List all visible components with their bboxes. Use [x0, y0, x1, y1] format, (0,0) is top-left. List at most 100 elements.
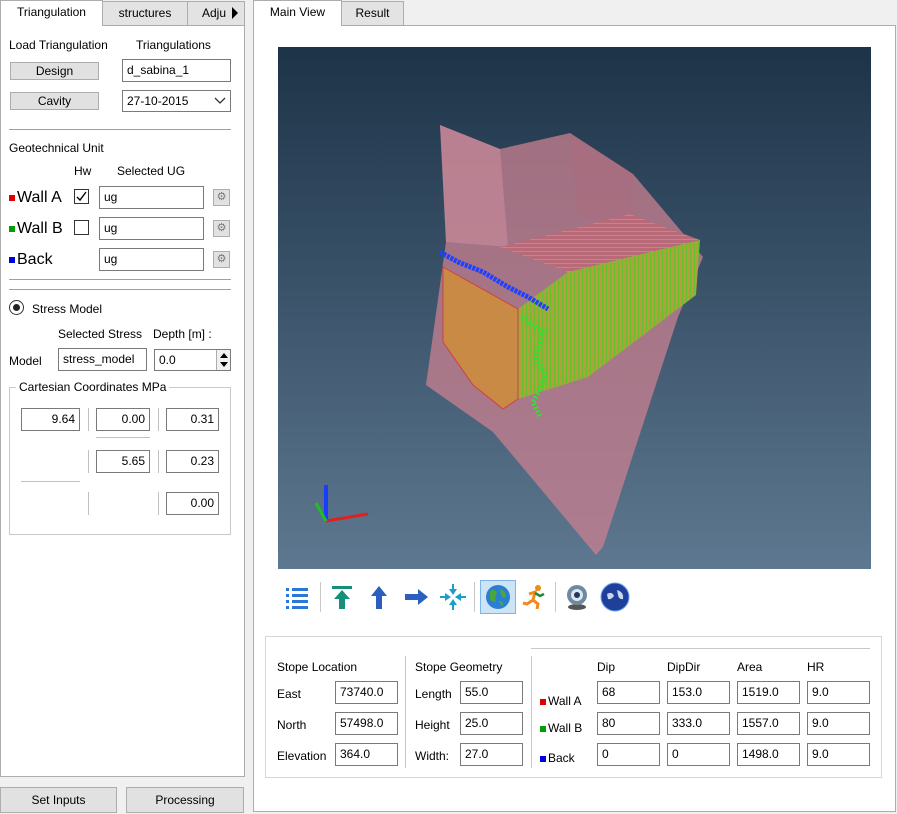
arrow-right-icon[interactable]	[400, 581, 432, 613]
spin-up-icon[interactable]	[220, 352, 228, 358]
stress-s22[interactable]: 5.65	[96, 450, 150, 473]
matrix-empty-line	[96, 437, 150, 438]
compress-icon[interactable]	[437, 581, 469, 613]
info-top-line	[531, 648, 870, 649]
north-field[interactable]: 57498.0	[335, 712, 398, 735]
gear-icon: ⚙	[216, 253, 227, 265]
3d-viewport[interactable]	[278, 47, 871, 569]
toolbar-separator	[320, 582, 321, 612]
height-field[interactable]: 25.0	[460, 712, 523, 735]
back-area-field[interactable]: 1498.0	[737, 743, 800, 766]
east-field[interactable]: 73740.0	[335, 681, 398, 704]
cavity-date-value: 27-10-2015	[127, 94, 189, 108]
info-separator	[531, 656, 532, 768]
design-field[interactable]: d_sabina_1	[122, 59, 231, 82]
globe-icon[interactable]	[480, 580, 516, 614]
stress-s23[interactable]: 0.23	[166, 450, 219, 473]
back-ug-field[interactable]: ug	[99, 248, 204, 271]
divider	[9, 130, 231, 131]
area-header: Area	[737, 660, 763, 674]
runner-icon[interactable]	[518, 581, 550, 613]
stress-model-field[interactable]: stress_model	[58, 348, 147, 371]
wall-b-ug-field[interactable]: ug	[99, 217, 204, 240]
wall-a-dipdir-field[interactable]: 153.0	[667, 681, 730, 704]
east-label: East	[277, 687, 302, 701]
dipdir-header: DipDir	[667, 660, 701, 674]
length-field[interactable]: 55.0	[460, 681, 523, 704]
arrow-up-icon[interactable]	[363, 581, 395, 613]
hw-label: Hw	[74, 164, 92, 178]
length-label: Length	[415, 687, 452, 701]
back-dip-field[interactable]: 0	[597, 743, 660, 766]
matrix-sep	[88, 408, 89, 431]
chevron-down-icon	[214, 97, 226, 104]
tab-scroll-arrow[interactable]	[226, 3, 244, 23]
stope-geometry-title: Stope Geometry	[415, 660, 503, 674]
wall-b-color-swatch	[9, 225, 15, 232]
matrix-empty-line	[21, 481, 80, 482]
set-inputs-button[interactable]: Set Inputs	[0, 787, 117, 813]
elevation-field[interactable]: 364.0	[335, 743, 398, 766]
wall-a-hw-checkbox[interactable]	[74, 189, 89, 204]
earth-sphere-icon[interactable]	[599, 581, 631, 613]
wall-a-dip-field[interactable]: 68	[597, 681, 660, 704]
left-tab-triangulation[interactable]: Triangulation	[0, 0, 103, 26]
back-settings-button[interactable]: ⚙	[213, 251, 230, 268]
list-icon[interactable]	[281, 581, 313, 613]
stope-3d-model	[314, 125, 703, 555]
triangulations-label: Triangulations	[136, 38, 211, 52]
design-button[interactable]: Design	[10, 62, 99, 80]
stress-s33[interactable]: 0.00	[166, 492, 219, 515]
stress-model-radio[interactable]	[9, 300, 24, 315]
wall-b-color-swatch	[540, 725, 546, 732]
stress-s11[interactable]: 9.64	[21, 408, 80, 431]
depth-label: Depth [m] :	[153, 327, 212, 341]
width-label: Width:	[415, 749, 450, 763]
matrix-sep	[88, 450, 89, 473]
wall-a-hr-field[interactable]: 9.0	[807, 681, 870, 704]
width-field[interactable]: 27.0	[460, 743, 523, 766]
wall-b-settings-button[interactable]: ⚙	[213, 220, 230, 237]
back-dipdir-field[interactable]: 0	[667, 743, 730, 766]
gear-icon: ⚙	[216, 222, 227, 234]
webcam-icon[interactable]	[561, 581, 593, 613]
processing-button[interactable]: Processing	[126, 787, 244, 813]
toolbar-separator	[474, 582, 475, 612]
stress-s12[interactable]: 0.00	[96, 408, 150, 431]
cavity-date-select[interactable]: 27-10-2015	[122, 90, 231, 112]
tab-result[interactable]: Result	[341, 1, 404, 25]
back-hr-field[interactable]: 9.0	[807, 743, 870, 766]
left-tab-structures[interactable]: structures	[102, 1, 188, 25]
cavity-button[interactable]: Cavity	[10, 92, 99, 110]
elevation-label: Elevation	[277, 749, 327, 763]
wall-a-area-field[interactable]: 1519.0	[737, 681, 800, 704]
table-row-back-label: Back	[540, 751, 575, 765]
axis-x	[325, 512, 369, 523]
stope-location-title: Stope Location	[277, 660, 358, 674]
height-label: Height	[415, 718, 450, 732]
arrow-up-bar-icon[interactable]	[326, 581, 358, 613]
spin-down-icon[interactable]	[220, 362, 228, 368]
divider	[9, 279, 231, 280]
matrix-sep	[158, 450, 159, 473]
matrix-sep	[88, 492, 89, 515]
wall-b-dip-field[interactable]: 80	[597, 712, 660, 735]
back-color-swatch	[540, 755, 546, 762]
back-color-swatch	[9, 256, 15, 263]
tab-main-view[interactable]: Main View	[253, 0, 342, 26]
wall-a-ug-field[interactable]: ug	[99, 186, 204, 209]
depth-value: 0.0	[159, 353, 176, 367]
selected-stress-label: Selected Stress	[58, 327, 143, 341]
wall-b-area-field[interactable]: 1557.0	[737, 712, 800, 735]
gear-icon: ⚙	[216, 191, 227, 203]
cartesian-title: Cartesian Coordinates MPa	[16, 380, 170, 394]
wall-b-hw-checkbox[interactable]	[74, 220, 89, 235]
matrix-sep	[158, 492, 159, 515]
depth-spinbox[interactable]: 0.0	[154, 349, 231, 371]
stress-s13[interactable]: 0.31	[166, 408, 219, 431]
wall-b-hr-field[interactable]: 9.0	[807, 712, 870, 735]
geotechnical-unit-title: Geotechnical Unit	[9, 141, 104, 155]
wall-b-dipdir-field[interactable]: 333.0	[667, 712, 730, 735]
wall-a-settings-button[interactable]: ⚙	[213, 189, 230, 206]
stress-model-label: Stress Model	[32, 302, 103, 316]
